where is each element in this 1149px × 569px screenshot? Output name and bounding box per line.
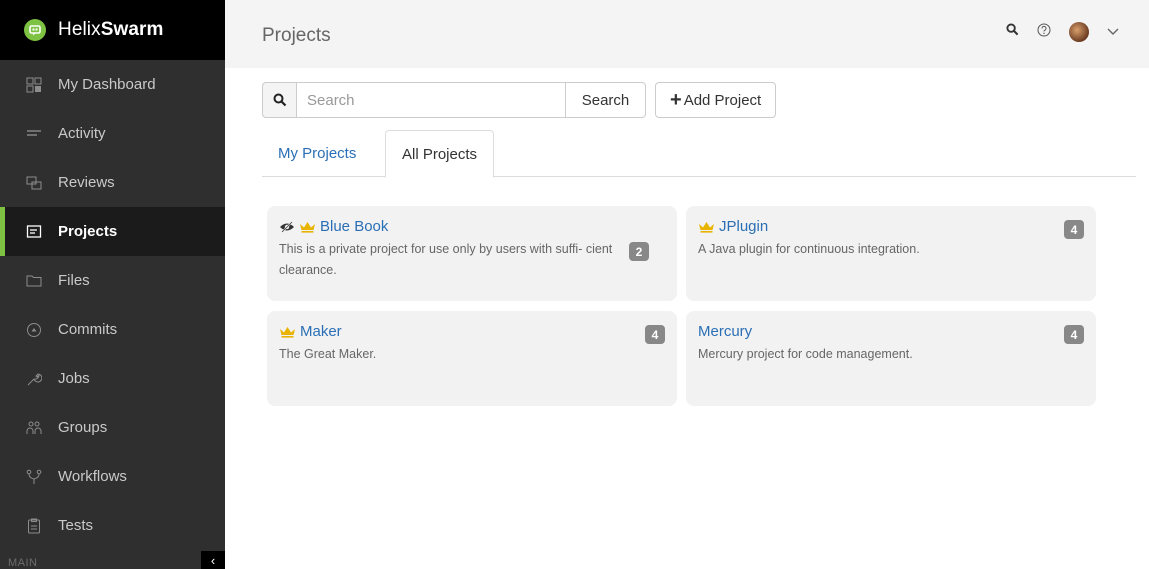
project-card-mercury[interactable]: Mercury Mercury project for code managem…	[686, 311, 1096, 406]
crown-icon	[279, 326, 296, 338]
project-description: The Great Maker.	[279, 347, 377, 361]
page-title: Projects	[262, 25, 331, 46]
search-input[interactable]	[296, 82, 566, 118]
sidebar-item-groups[interactable]: Groups	[0, 403, 225, 452]
member-count-badge: 4	[1064, 220, 1084, 239]
sidebar-item-label: Groups	[58, 419, 108, 436]
sidebar-item-jobs[interactable]: Jobs	[0, 354, 225, 403]
collapse-sidebar-button[interactable]: ‹	[201, 551, 225, 569]
project-title[interactable]: Blue Book	[279, 218, 665, 235]
member-count-badge: 4	[1064, 325, 1084, 344]
activity-icon	[26, 126, 48, 142]
crown-icon	[698, 221, 715, 233]
member-count-badge: 2	[629, 242, 649, 261]
chevron-down-icon[interactable]	[1107, 23, 1119, 41]
helix-swarm-logo-icon	[24, 19, 46, 41]
sidebar-item-label: Files	[58, 272, 90, 289]
tab-all-projects[interactable]: All Projects	[385, 130, 495, 178]
reviews-icon	[26, 175, 48, 191]
project-name: Blue Book	[320, 218, 389, 235]
sidebar-item-files[interactable]: Files	[0, 256, 225, 305]
project-name: Mercury	[698, 323, 753, 340]
sidebar-item-label: Commits	[58, 321, 118, 338]
sidebar-item-tests[interactable]: Tests	[0, 501, 225, 550]
project-search: Search	[262, 82, 646, 118]
folder-icon	[26, 273, 48, 289]
groups-icon	[26, 420, 48, 436]
brand-header[interactable]: HelixSwarm	[0, 0, 225, 60]
private-eye-icon	[279, 220, 295, 233]
project-card-jplugin[interactable]: JPlugin A Java plugin for continuous int…	[686, 206, 1096, 301]
project-title[interactable]: Maker	[279, 323, 665, 340]
sidebar-item-label: Workflows	[58, 468, 127, 485]
commit-icon	[26, 322, 48, 338]
search-icon[interactable]	[1006, 23, 1019, 41]
sidebar-section-label: MAIN	[8, 557, 38, 569]
search-icon	[262, 82, 296, 118]
tab-my-projects[interactable]: My Projects	[262, 130, 372, 177]
top-bar: Projects	[225, 0, 1149, 68]
top-bar-actions	[1006, 22, 1119, 42]
project-description: This is a private project for use only b…	[279, 242, 613, 277]
sidebar-item-activity[interactable]: Activity	[0, 109, 225, 158]
sidebar: HelixSwarm My Dashboard Activity Reviews…	[0, 0, 225, 569]
sidebar-item-label: Tests	[58, 517, 94, 534]
sidebar-item-label: Projects	[58, 223, 118, 240]
wrench-icon	[26, 371, 48, 387]
sidebar-item-reviews[interactable]: Reviews	[0, 158, 225, 207]
project-name: JPlugin	[719, 218, 769, 235]
project-description: Mercury project for code management.	[698, 347, 913, 361]
crown-icon	[299, 221, 316, 233]
project-name: Maker	[300, 323, 342, 340]
project-title[interactable]: JPlugin	[698, 218, 1084, 235]
search-button[interactable]: Search	[566, 82, 646, 118]
sidebar-item-label: My Dashboard	[58, 76, 156, 93]
add-project-button[interactable]: + Add Project	[655, 82, 777, 118]
project-tabs: My Projects All Projects	[262, 130, 1136, 178]
brand-name: HelixSwarm	[58, 19, 164, 40]
sidebar-item-label: Jobs	[58, 370, 90, 387]
sidebar-item-label: Reviews	[58, 174, 115, 191]
sidebar-item-label: Activity	[58, 125, 106, 142]
sidebar-item-my-dashboard[interactable]: My Dashboard	[0, 60, 225, 109]
help-icon[interactable]	[1037, 23, 1051, 42]
user-avatar[interactable]	[1069, 22, 1089, 42]
project-description: A Java plugin for continuous integration…	[698, 242, 920, 256]
sidebar-item-projects[interactable]: Projects	[0, 207, 225, 256]
plus-icon: +	[670, 89, 682, 111]
projects-icon	[26, 224, 48, 240]
member-count-badge: 4	[645, 325, 665, 344]
workflow-icon	[26, 469, 48, 485]
project-title[interactable]: Mercury	[698, 323, 1084, 340]
sidebar-item-commits[interactable]: Commits	[0, 305, 225, 354]
sidebar-item-workflows[interactable]: Workflows	[0, 452, 225, 501]
tests-icon	[26, 518, 48, 534]
project-card-maker[interactable]: Maker The Great Maker. 4	[267, 311, 677, 406]
dashboard-icon	[26, 77, 48, 93]
project-card-blue-book[interactable]: Blue Book This is a private project for …	[267, 206, 677, 301]
add-project-label: Add Project	[683, 91, 762, 109]
